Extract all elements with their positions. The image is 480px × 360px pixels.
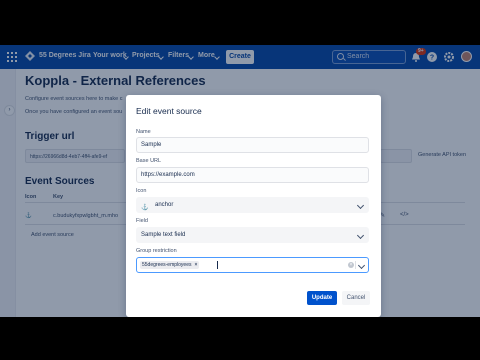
name-label: Name bbox=[136, 129, 151, 135]
clear-icon[interactable]: × bbox=[348, 262, 354, 268]
icon-select[interactable]: ⚓ anchor bbox=[136, 197, 369, 213]
cancel-button[interactable]: Cancel bbox=[342, 291, 370, 305]
group-tag-label: 55degrees-employees bbox=[142, 262, 192, 268]
field-select-value: Sample text field bbox=[141, 232, 186, 238]
base-url-field[interactable]: https://example.com bbox=[136, 167, 369, 183]
anchor-icon: ⚓ bbox=[141, 205, 149, 211]
divider bbox=[355, 261, 356, 269]
text-caret bbox=[217, 261, 218, 269]
chevron-down-icon bbox=[356, 201, 365, 210]
base-url-label: Base URL bbox=[136, 158, 162, 164]
name-field[interactable]: Sample bbox=[136, 137, 369, 153]
group-restriction-label: Group restriction bbox=[136, 248, 177, 254]
icon-label: Icon bbox=[136, 188, 147, 194]
field-label: Field bbox=[136, 218, 148, 224]
icon-select-value: anchor bbox=[155, 202, 174, 208]
group-restriction-select[interactable]: 55degrees-employees × × bbox=[136, 257, 369, 273]
chevron-down-icon bbox=[356, 231, 365, 240]
update-button[interactable]: Update bbox=[307, 291, 337, 305]
group-tag[interactable]: 55degrees-employees × bbox=[140, 261, 200, 269]
remove-tag-icon[interactable]: × bbox=[194, 262, 197, 268]
field-select[interactable]: Sample text field bbox=[136, 227, 369, 243]
dialog-title: Edit event source bbox=[136, 106, 202, 116]
edit-event-source-dialog: Edit event source Name Sample Base URL h… bbox=[126, 95, 381, 317]
jira-screen: 55 Degrees Jira Your work Projects Filte… bbox=[0, 45, 480, 317]
chevron-down-icon[interactable] bbox=[357, 261, 366, 270]
